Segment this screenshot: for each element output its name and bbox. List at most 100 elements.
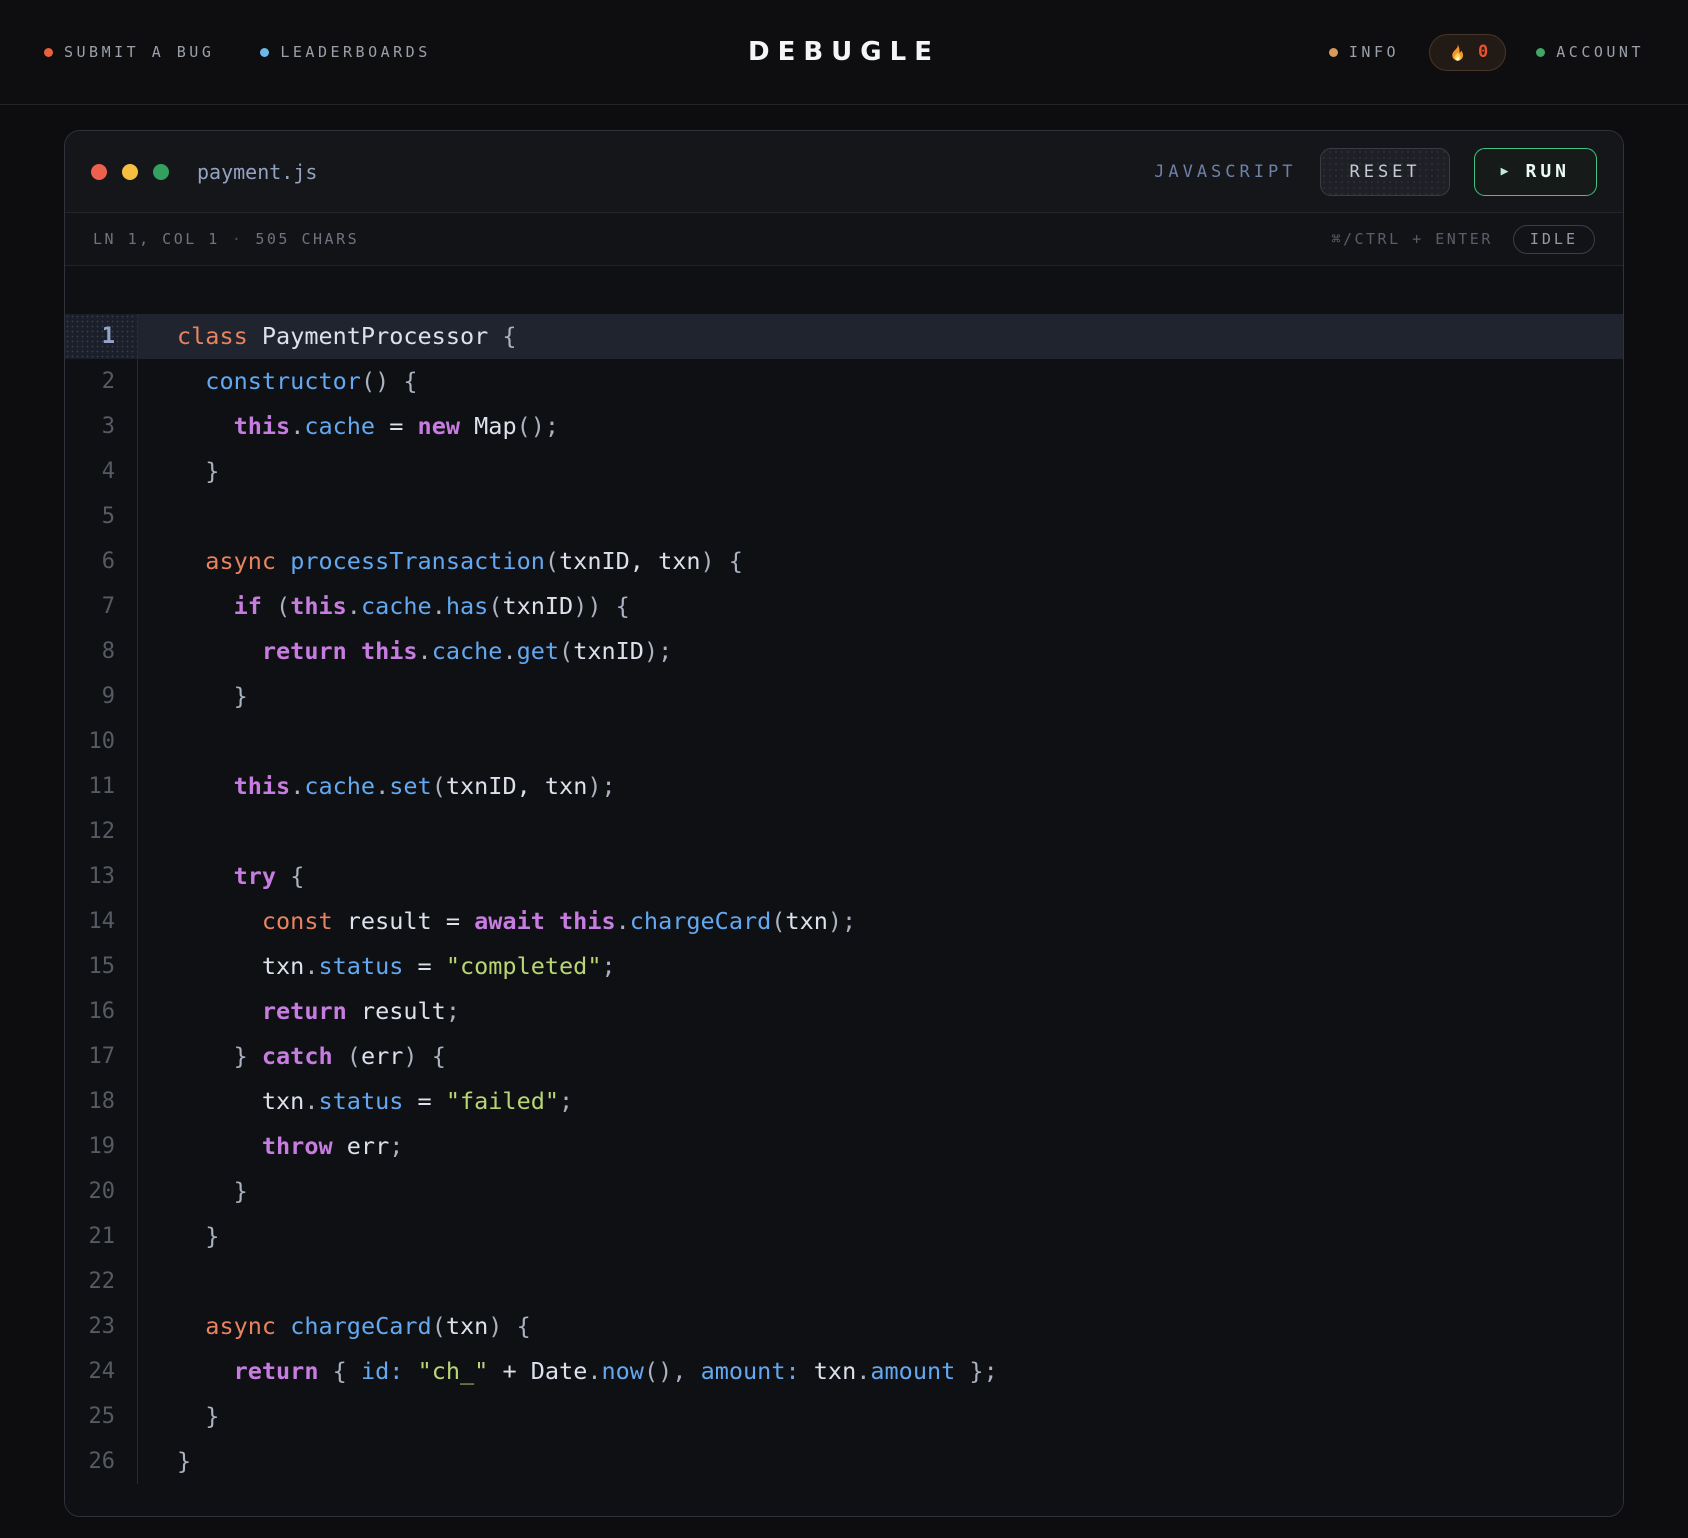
cursor-status: LN 1, COL 1 · 505 CHARS — [93, 230, 359, 248]
streak-counter[interactable]: 0 — [1429, 34, 1506, 71]
nav-left-group: SUBMIT A BUG LEADERBOARDS — [44, 43, 431, 61]
code-line[interactable]: 9 } — [65, 674, 1623, 719]
code-line[interactable]: 21 } — [65, 1214, 1623, 1259]
line-content: async chargeCard(txn) { — [138, 1304, 1623, 1349]
code-line[interactable]: 5 — [65, 494, 1623, 539]
line-content — [138, 1259, 1623, 1304]
line-content — [138, 809, 1623, 854]
line-number: 4 — [65, 449, 138, 494]
line-number: 22 — [65, 1259, 138, 1304]
editor-panel: payment.js JAVASCRIPT RESET ▶ RUN LN 1, … — [64, 130, 1624, 1517]
line-content — [138, 719, 1623, 764]
cursor-position: LN 1, COL 1 — [93, 230, 220, 248]
code-line[interactable]: 25 } — [65, 1394, 1623, 1439]
code-line[interactable]: 7 if (this.cache.has(txnID)) { — [65, 584, 1623, 629]
line-content: async processTransaction(txnID, txn) { — [138, 539, 1623, 584]
account-link[interactable]: ACCOUNT — [1536, 43, 1644, 61]
line-number: 18 — [65, 1079, 138, 1124]
line-content: } — [138, 1169, 1623, 1214]
line-number: 11 — [65, 764, 138, 809]
code-line[interactable]: 14 const result = await this.chargeCard(… — [65, 899, 1623, 944]
account-label: ACCOUNT — [1556, 43, 1644, 61]
line-number: 7 — [65, 584, 138, 629]
main-content: payment.js JAVASCRIPT RESET ▶ RUN LN 1, … — [0, 105, 1688, 1517]
info-label: INFO — [1349, 43, 1399, 61]
code-line[interactable]: 15 txn.status = "completed"; — [65, 944, 1623, 989]
code-line[interactable]: 2 constructor() { — [65, 359, 1623, 404]
line-number: 20 — [65, 1169, 138, 1214]
run-button[interactable]: ▶ RUN — [1474, 148, 1597, 196]
line-number: 13 — [65, 854, 138, 899]
line-number: 9 — [65, 674, 138, 719]
info-link[interactable]: INFO — [1329, 43, 1399, 61]
language-label: JAVASCRIPT — [1154, 162, 1296, 182]
line-content: return { id: "ch_" + Date.now(), amount:… — [138, 1349, 1623, 1394]
line-number: 19 — [65, 1124, 138, 1169]
leaderboards-link[interactable]: LEADERBOARDS — [260, 43, 430, 61]
line-content — [138, 494, 1623, 539]
line-content: } — [138, 1439, 1623, 1484]
line-content: } — [138, 1214, 1623, 1259]
line-number: 21 — [65, 1214, 138, 1259]
line-number: 1 — [65, 314, 138, 359]
code-line[interactable]: 8 return this.cache.get(txnID); — [65, 629, 1623, 674]
code-line[interactable]: 10 — [65, 719, 1623, 764]
line-number: 3 — [65, 404, 138, 449]
code-line[interactable]: 6 async processTransaction(txnID, txn) { — [65, 539, 1623, 584]
code-editor[interactable]: 1class PaymentProcessor {2 constructor()… — [65, 266, 1623, 1516]
line-number: 15 — [65, 944, 138, 989]
line-number: 23 — [65, 1304, 138, 1349]
line-number: 2 — [65, 359, 138, 404]
line-number: 24 — [65, 1349, 138, 1394]
state-badge: IDLE — [1513, 225, 1595, 254]
code-line[interactable]: 18 txn.status = "failed"; — [65, 1079, 1623, 1124]
line-number: 26 — [65, 1439, 138, 1484]
line-content: try { — [138, 854, 1623, 899]
code-line[interactable]: 17 } catch (err) { — [65, 1034, 1623, 1079]
editor-header-actions: JAVASCRIPT RESET ▶ RUN — [1154, 148, 1597, 196]
line-number: 8 — [65, 629, 138, 674]
code-line[interactable]: 11 this.cache.set(txnID, txn); — [65, 764, 1623, 809]
leaderboards-dot-icon — [260, 48, 269, 57]
top-navbar: SUBMIT A BUG LEADERBOARDS DEBUGLE INFO 0… — [0, 0, 1688, 105]
code-line[interactable]: 4 } — [65, 449, 1623, 494]
info-dot-icon — [1329, 48, 1338, 57]
submit-bug-link[interactable]: SUBMIT A BUG — [44, 43, 214, 61]
line-content: } catch (err) { — [138, 1034, 1623, 1079]
line-number: 6 — [65, 539, 138, 584]
code-line[interactable]: 1class PaymentProcessor { — [65, 314, 1623, 359]
status-separator: · — [232, 230, 244, 248]
shortcut-hint: ⌘/CTRL + ENTER — [1331, 230, 1492, 248]
line-number: 25 — [65, 1394, 138, 1439]
code-line[interactable]: 22 — [65, 1259, 1623, 1304]
line-content: if (this.cache.has(txnID)) { — [138, 584, 1623, 629]
run-label: RUN — [1525, 161, 1570, 182]
line-number: 14 — [65, 899, 138, 944]
code-lines: 1class PaymentProcessor {2 constructor()… — [65, 314, 1623, 1484]
fire-icon — [1447, 42, 1468, 63]
traffic-lights — [91, 164, 169, 180]
code-line[interactable]: 12 — [65, 809, 1623, 854]
code-line[interactable]: 24 return { id: "ch_" + Date.now(), amou… — [65, 1349, 1623, 1394]
line-number: 10 — [65, 719, 138, 764]
line-content: const result = await this.chargeCard(txn… — [138, 899, 1623, 944]
code-line[interactable]: 3 this.cache = new Map(); — [65, 404, 1623, 449]
code-line[interactable]: 13 try { — [65, 854, 1623, 899]
submit-bug-label: SUBMIT A BUG — [64, 43, 214, 61]
code-line[interactable]: 26} — [65, 1439, 1623, 1484]
code-line[interactable]: 16 return result; — [65, 989, 1623, 1034]
leaderboards-label: LEADERBOARDS — [280, 43, 430, 61]
account-dot-icon — [1536, 48, 1545, 57]
code-line[interactable]: 20 } — [65, 1169, 1623, 1214]
filename: payment.js — [197, 160, 317, 184]
code-line[interactable]: 19 throw err; — [65, 1124, 1623, 1169]
code-line[interactable]: 23 async chargeCard(txn) { — [65, 1304, 1623, 1349]
run-status: ⌘/CTRL + ENTER IDLE — [1331, 225, 1595, 254]
line-content: } — [138, 449, 1623, 494]
line-content: } — [138, 1394, 1623, 1439]
submit-bug-dot-icon — [44, 48, 53, 57]
reset-button[interactable]: RESET — [1320, 148, 1449, 196]
traffic-light-icon — [122, 164, 138, 180]
line-content: return result; — [138, 989, 1623, 1034]
editor-header: payment.js JAVASCRIPT RESET ▶ RUN — [65, 131, 1623, 213]
